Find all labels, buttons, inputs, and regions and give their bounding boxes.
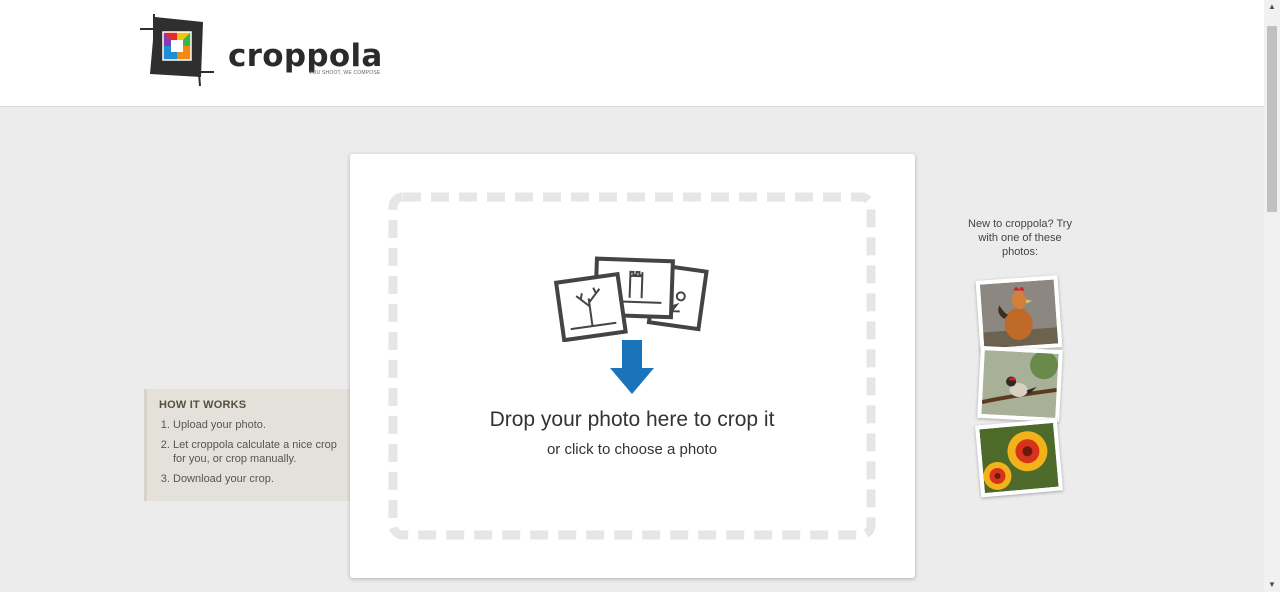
how-it-works-title: HOW IT WORKS (159, 399, 247, 411)
site-header: croppola YOU SHOOT, WE COMPOSE (0, 0, 1264, 107)
how-it-works-steps: Upload your photo. Let croppola calculat… (159, 418, 338, 486)
dropzone-title: Drop your photo here to crop it (489, 408, 775, 431)
sample-photo-bird[interactable] (977, 345, 1063, 423)
how-it-works-panel: HOW IT WORKS Upload your photo. Let crop… (144, 389, 350, 501)
arrow-down-icon (610, 340, 654, 394)
how-step: Download your crop. (173, 472, 338, 486)
logo-tagline: YOU SHOOT, WE COMPOSE (309, 70, 381, 76)
photo-dropzone[interactable]: Drop your photo here to crop it or click… (388, 192, 876, 540)
scroll-down-arrow-icon[interactable]: ▼ (1264, 578, 1280, 592)
page-scrollbar[interactable]: ▲ ▼ (1264, 0, 1280, 592)
sample-photo-flowers[interactable] (975, 418, 1063, 498)
choose-photo-link[interactable]: or click to choose a photo (388, 441, 876, 458)
croppola-logo[interactable]: croppola YOU SHOOT, WE COMPOSE (138, 12, 382, 92)
flowers-thumbnail (979, 422, 1059, 494)
how-step: Let croppola calculate a nice crop for y… (173, 438, 338, 466)
sample-photo-rooster[interactable] (975, 275, 1063, 353)
sample-photos-prompt: New to croppola? Try with one of these p… (968, 218, 1072, 258)
how-step: Upload your photo. (173, 418, 338, 432)
rooster-thumbnail (979, 279, 1059, 349)
logo-frame-icon (140, 14, 214, 87)
logo-wordmark: croppola (228, 38, 383, 74)
bird-thumbnail (981, 350, 1059, 418)
scroll-up-arrow-icon[interactable]: ▲ (1264, 0, 1280, 14)
scroll-thumb[interactable] (1267, 26, 1277, 212)
upload-card: Drop your photo here to crop it or click… (350, 154, 915, 578)
photos-stack-icon (554, 256, 709, 342)
